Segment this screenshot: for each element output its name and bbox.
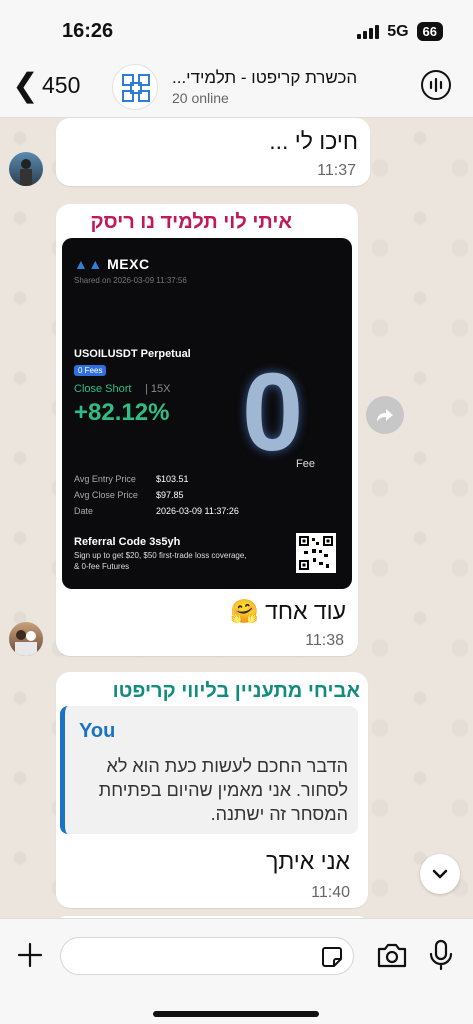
status-time: 16:26: [62, 20, 114, 42]
message-bubble[interactable]: איתי לוי תלמיד נו ריסק ▲▲ MEXC Shared on…: [56, 204, 358, 656]
message-bubble[interactable]: אביחי מתעניין בליווי קריפטו You הדבר החכ…: [56, 672, 368, 908]
shared-on: Shared on 2026-03-09 11:37:56: [74, 276, 187, 285]
avg-entry-value: $103.51: [156, 474, 189, 484]
camera-icon[interactable]: [376, 941, 408, 969]
scroll-down-icon[interactable]: [420, 854, 460, 894]
sender-name[interactable]: אביחי מתעניין בליווי קריפטו: [113, 680, 360, 703]
message-time: 11:37: [317, 162, 356, 179]
message-time: 11:40: [311, 884, 350, 901]
message-text: אני איתך: [266, 848, 350, 874]
avg-entry-label: Avg Entry Price: [74, 474, 136, 484]
voice-chat-icon[interactable]: [421, 70, 451, 100]
mic-icon[interactable]: [428, 939, 454, 971]
avatar[interactable]: [9, 622, 43, 656]
avatar[interactable]: [9, 152, 43, 186]
chat-area[interactable]: חיכו לי ... 11:37 איתי לוי תלמיד נו ריסק…: [0, 118, 473, 918]
unread-count[interactable]: 450: [42, 72, 80, 99]
sender-name[interactable]: איתי לוי תלמיד נו ריסק: [91, 211, 292, 234]
composer-bar: [0, 918, 473, 1024]
fee-badge: 0 Fees: [74, 365, 107, 376]
pnl-percent: +82.12%: [74, 399, 170, 426]
group-avatar[interactable]: [112, 64, 158, 110]
promo-line-2: & 0-fee Futures: [74, 562, 130, 571]
status-indicators: 5G 66: [357, 22, 443, 41]
home-indicator: [153, 1011, 319, 1017]
chat-header: ❮ 450 הכשרת קריפטו - תלמידי... 20 online: [0, 56, 473, 118]
network-type: 5G: [387, 22, 409, 40]
avg-close-label: Avg Close Price: [74, 490, 138, 500]
mexc-logo: ▲▲ MEXC: [74, 256, 150, 272]
referral-code: Referral Code 3s5yh: [74, 536, 181, 548]
forward-icon[interactable]: [366, 396, 404, 434]
shared-image-card[interactable]: ▲▲ MEXC Shared on 2026-03-09 11:37:56 US…: [62, 238, 352, 589]
status-bar: 16:26 5G 66: [0, 0, 473, 56]
online-count: 20 online: [172, 90, 229, 106]
trading-pair: USOILUSDT Perpetual: [74, 348, 191, 360]
avg-close-value: $97.85: [156, 490, 184, 500]
message-bubble[interactable]: חיכו לי ... 11:37: [56, 118, 370, 186]
quote-author: You: [79, 720, 116, 742]
battery-icon: 66: [416, 22, 443, 41]
message-text: חיכו לי ...: [269, 128, 358, 154]
promo-line-1: Sign up to get $20, $50 first-trade loss…: [74, 551, 247, 560]
quote-text: הדבר החכם לעשות כעת הוא לא לסחור. אני מא…: [98, 756, 348, 824]
message-time: 11:38: [305, 632, 344, 649]
group-name[interactable]: הכשרת קריפטו - תלמידי...: [172, 68, 402, 88]
sticker-icon[interactable]: [321, 946, 343, 968]
message-text: עוד אחד 🤗: [230, 598, 346, 624]
back-chevron-icon[interactable]: ❮: [12, 69, 39, 101]
quoted-message[interactable]: You הדבר החכם לעשות כעת הוא לא לסחור. אנ…: [60, 706, 358, 834]
date-label: Date: [74, 506, 94, 516]
message-input[interactable]: [60, 937, 354, 975]
zero-fee-graphic: 0 Fee: [242, 351, 315, 474]
position-side: Close Short: [74, 383, 132, 395]
qr-code: [296, 533, 336, 573]
signal-icon: [357, 24, 380, 39]
plus-icon[interactable]: [16, 941, 44, 969]
leverage: | 15X: [145, 383, 171, 395]
date-value: 2026-03-09 11:37:26: [156, 506, 239, 516]
